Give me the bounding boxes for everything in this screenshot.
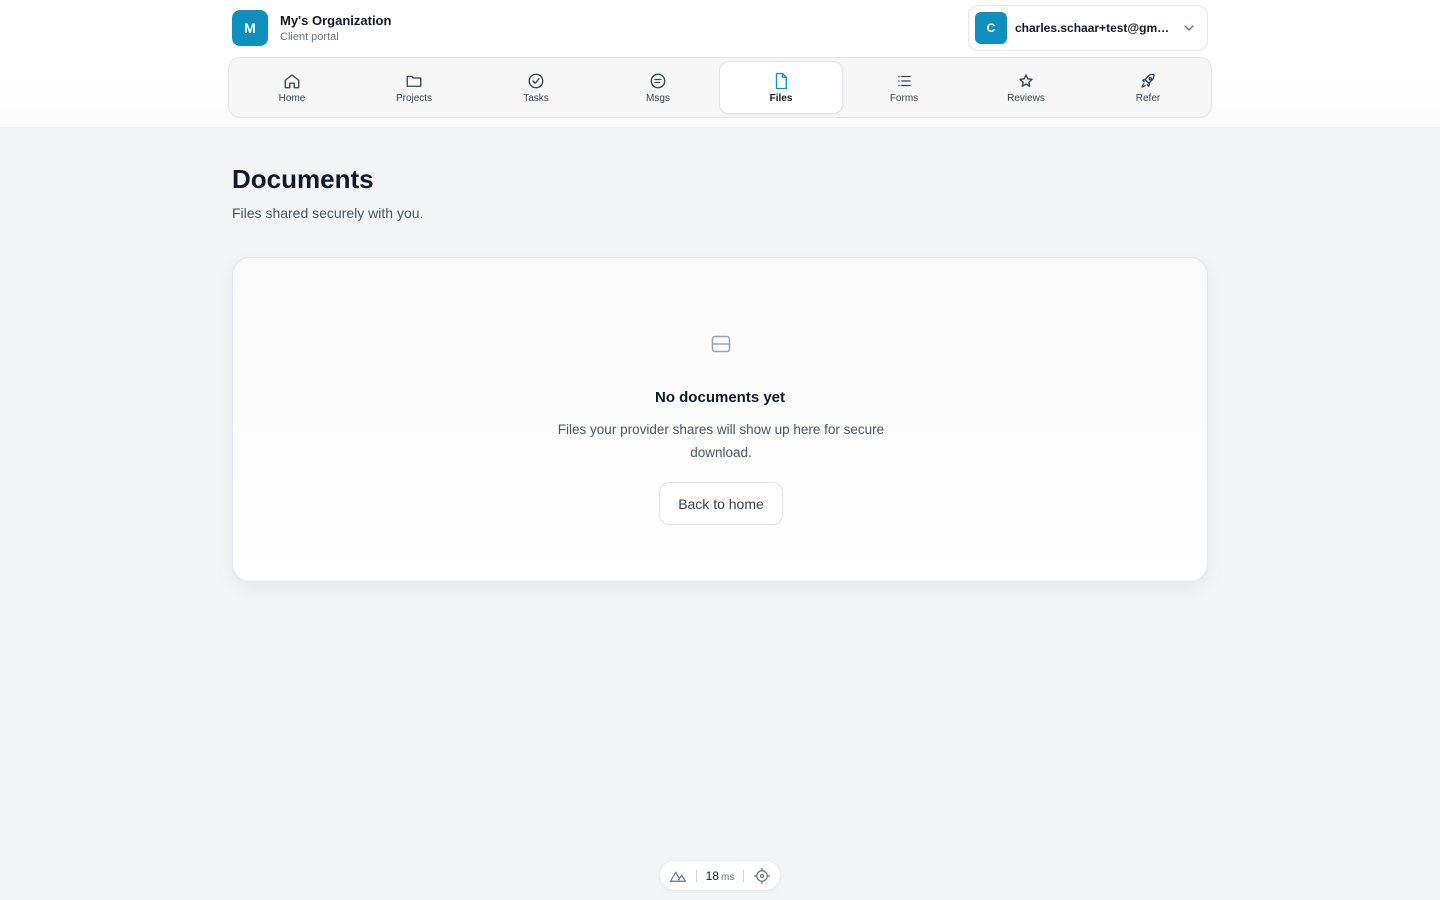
org-name: My's Organization [280, 12, 392, 28]
empty-state-card: No documents yet Files your provider sha… [232, 257, 1208, 582]
nav-item-label: Projects [395, 92, 433, 104]
devbar-divider [743, 869, 745, 882]
folder-icon [406, 75, 422, 87]
back-to-home-button[interactable]: Back to home [659, 482, 783, 525]
org-text: My's Organization Client portal [280, 13, 391, 44]
dev-toolbar: 18 ms [660, 861, 780, 890]
page-subtitle: Files shared securely with you. [232, 205, 424, 221]
user-menu-button[interactable]: C charles.schaar+test@gmail.com [968, 5, 1208, 51]
render-timing-value: 18 [705, 868, 719, 883]
nav-item-msgs[interactable]: Msgs [597, 61, 719, 114]
nav-item-forms[interactable]: Forms [843, 61, 965, 114]
list-icon [898, 75, 911, 86]
file-icon [775, 72, 787, 89]
rocket-icon [1141, 73, 1155, 88]
org-subtitle: Client portal [280, 30, 339, 43]
page-title: Documents [232, 164, 374, 194]
document-placeholder-icon [711, 335, 731, 353]
home-icon [284, 73, 300, 88]
user-avatar: C [975, 12, 1007, 44]
nav-item-label: Msgs [646, 92, 670, 104]
nav-item-projects[interactable]: Projects [353, 61, 475, 114]
nav-item-label: Forms [889, 92, 919, 104]
nuxt-logo-icon[interactable] [669, 867, 687, 885]
main-nav: Home Projects Tasks Msgs Files Forms Rev… [228, 57, 1212, 118]
org-avatar: M [232, 10, 268, 46]
empty-state-title: No documents yet [654, 389, 786, 406]
nav-item-files[interactable]: Files [719, 61, 843, 114]
chevron-down-icon [1184, 25, 1194, 31]
render-timing: 18 ms [706, 869, 735, 883]
check-circle-icon [528, 73, 544, 88]
header: M My's Organization Client portal C char… [232, 5, 1208, 51]
nav-item-reviews[interactable]: Reviews [965, 61, 1087, 114]
user-email: charles.schaar+test@gmail.com [1015, 21, 1175, 35]
star-icon [1019, 73, 1033, 87]
nav-item-home[interactable]: Home [231, 61, 353, 114]
nav-item-label: Refer [1135, 92, 1161, 104]
nav-item-tasks[interactable]: Tasks [475, 61, 597, 114]
nav-item-label: Home [278, 92, 306, 104]
nav-item-label: Reviews [1007, 92, 1045, 104]
message-icon [650, 73, 666, 88]
empty-state-description: Files your provider shares will show up … [557, 422, 885, 460]
render-timing-unit: ms [720, 871, 735, 883]
nav-item-refer[interactable]: Refer [1087, 61, 1209, 114]
crosshair-icon[interactable] [753, 867, 771, 885]
org-brand[interactable]: M My's Organization Client portal [232, 10, 391, 46]
nav-item-label: Tasks [523, 92, 549, 104]
devbar-divider [695, 869, 697, 882]
nav-item-label: Files [769, 92, 793, 104]
